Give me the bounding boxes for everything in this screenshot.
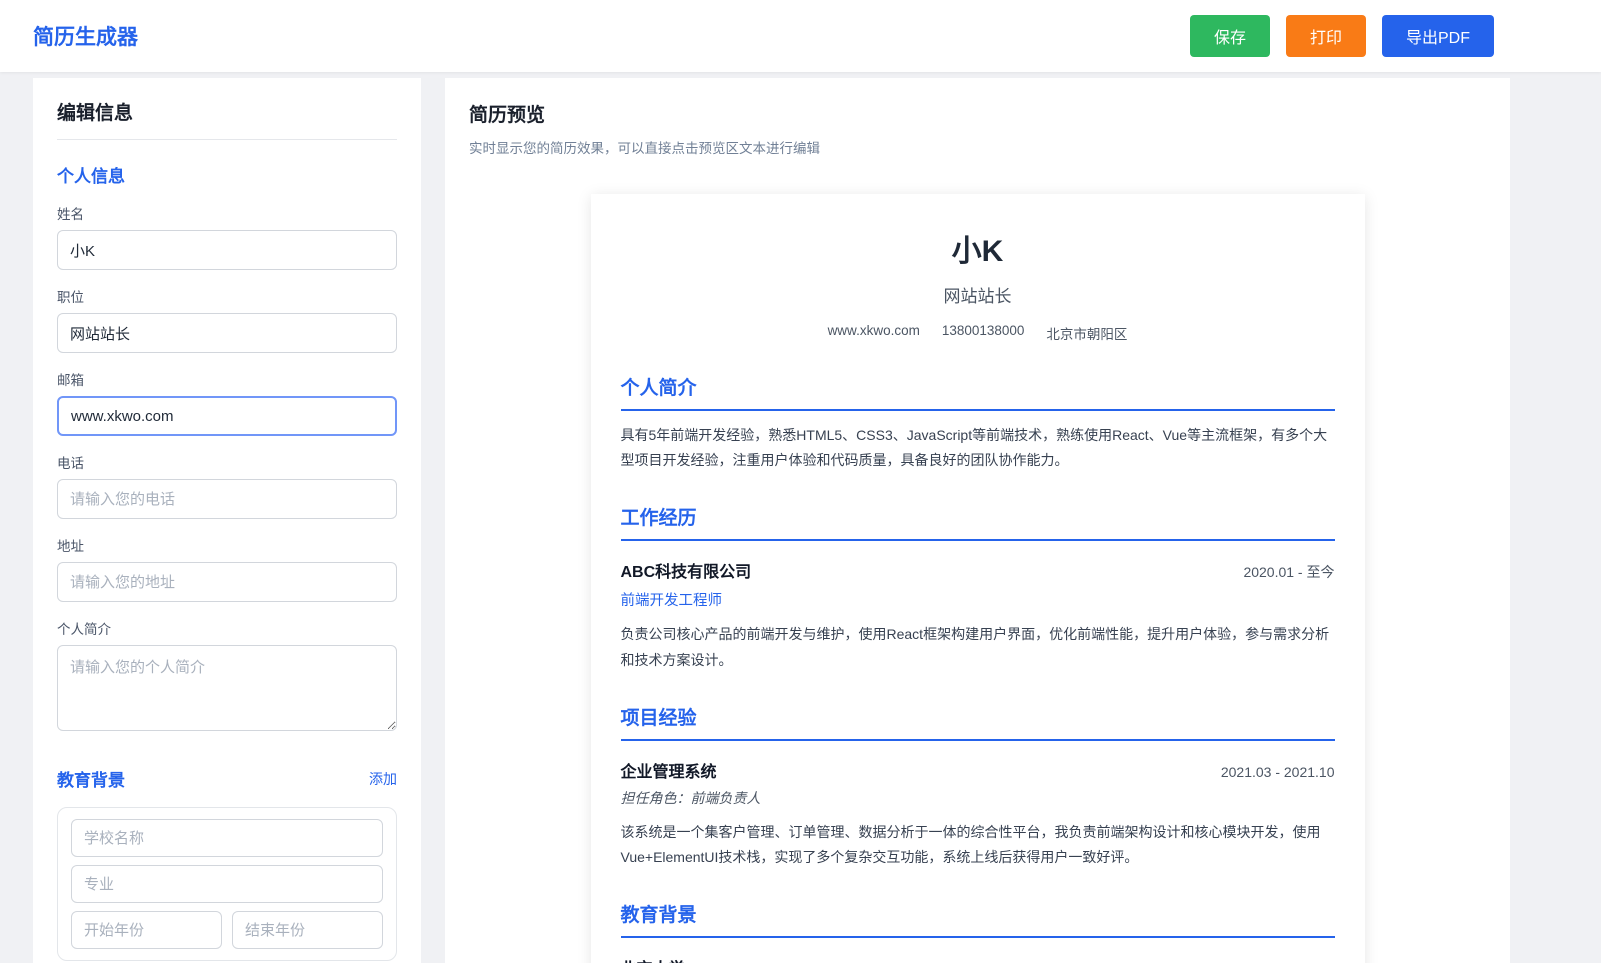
app-title: 简历生成器 [33, 26, 138, 49]
resume-document: 小K 网站站长 www.xkwo.com 13800138000 北京市朝阳区 … [590, 194, 1365, 963]
job-label: 职位 [57, 290, 84, 305]
resume-profile-text[interactable]: 具有5年前端开发经验，熟悉HTML5、CSS3、JavaScript等前端技术，… [621, 423, 1335, 473]
resume-education-section: 教育背景 北京大学 2016.09 - 2020.06 计算机科学与技术 - 本… [620, 900, 1335, 963]
header-actions: 保存 打印 导出PDF [1189, 15, 1494, 57]
editor-title: 编辑信息 [57, 98, 397, 140]
name-input[interactable] [57, 230, 397, 270]
resume-work-period[interactable]: 2020.01 - 至今 [1243, 562, 1334, 582]
resume-profile-section: 个人简介 具有5年前端开发经验，熟悉HTML5、CSS3、JavaScript等… [620, 373, 1335, 473]
resume-work-section-title: 工作经历 [620, 503, 1335, 542]
resume-work-role[interactable]: 前端开发工程师 [621, 589, 1335, 610]
address-input[interactable] [57, 562, 397, 602]
education-entry-card [57, 807, 397, 961]
email-input[interactable] [57, 396, 397, 436]
school-name-input[interactable] [71, 819, 383, 857]
save-button[interactable]: 保存 [1189, 15, 1270, 57]
resume-job-title[interactable]: 网站站长 [621, 282, 1335, 307]
preview-title: 简历预览 [469, 105, 546, 126]
resume-project-item-head: 企业管理系统 2021.03 - 2021.10 [621, 758, 1335, 782]
resume-project-period[interactable]: 2021.03 - 2021.10 [1221, 764, 1335, 780]
resume-work-description[interactable]: 负责公司核心产品的前端开发与维护，使用React框架构建用户界面，优化前端性能，… [621, 622, 1335, 672]
resume-project-name[interactable]: 企业管理系统 [621, 758, 717, 782]
end-year-input[interactable] [232, 911, 383, 949]
education-section-title: 教育背景 [57, 771, 125, 790]
preview-subtitle: 实时显示您的简历效果，可以直接点击预览区文本进行编辑 [469, 141, 820, 156]
resume-name[interactable]: 小K [621, 226, 1335, 270]
major-input[interactable] [71, 865, 383, 903]
education-years-row [71, 911, 383, 949]
main-content: 编辑信息 个人信息 姓名 职位 邮箱 电话 地址 个人简介 教育背景 添加 [0, 72, 1601, 963]
resume-project-section-title: 项目经验 [620, 703, 1335, 741]
summary-label: 个人简介 [57, 622, 111, 637]
email-label: 邮箱 [57, 373, 84, 388]
export-pdf-button[interactable]: 导出PDF [1381, 15, 1494, 57]
resume-contact-row: www.xkwo.com 13800138000 北京市朝阳区 [621, 323, 1335, 343]
print-button[interactable]: 打印 [1285, 15, 1366, 57]
resume-project-section: 项目经验 企业管理系统 2021.03 - 2021.10 担任角色：前端负责人… [620, 703, 1335, 870]
summary-textarea[interactable] [57, 645, 397, 731]
phone-input[interactable] [57, 479, 397, 519]
resume-contact-phone[interactable]: 13800138000 [942, 323, 1025, 343]
personal-info-section-head: 个人信息 [57, 162, 397, 187]
app-header: 简历生成器 保存 打印 导出PDF [0, 0, 1601, 72]
resume-contact-website[interactable]: www.xkwo.com [828, 323, 920, 343]
start-year-input[interactable] [71, 911, 222, 949]
resume-contact-address[interactable]: 北京市朝阳区 [1046, 323, 1127, 343]
job-input[interactable] [57, 313, 397, 353]
resume-project-role[interactable]: 担任角色：前端负责人 [621, 788, 1335, 808]
education-add-link[interactable]: 添加 [369, 769, 397, 789]
name-label: 姓名 [57, 207, 84, 222]
resume-work-company[interactable]: ABC科技有限公司 [621, 558, 752, 582]
education-section-head: 教育背景 添加 [57, 766, 397, 791]
editor-panel[interactable]: 编辑信息 个人信息 姓名 职位 邮箱 电话 地址 个人简介 教育背景 添加 [33, 78, 421, 963]
resume-profile-section-title: 个人简介 [620, 373, 1335, 411]
personal-info-section-title: 个人信息 [57, 167, 125, 186]
resume-work-section: 工作经历 ABC科技有限公司 2020.01 - 至今 前端开发工程师 负责公司… [620, 503, 1335, 672]
phone-label: 电话 [57, 456, 84, 471]
resume-education-item-head: 北京大学 2016.09 - 2020.06 [621, 955, 1335, 963]
resume-education-school[interactable]: 北京大学 [621, 955, 685, 963]
resume-project-description[interactable]: 该系统是一个集客户管理、订单管理、数据分析于一体的综合性平台，我负责前端架构设计… [621, 820, 1335, 870]
preview-panel: 简历预览 实时显示您的简历效果，可以直接点击预览区文本进行编辑 小K 网站站长 … [445, 78, 1510, 963]
resume-work-item-head: ABC科技有限公司 2020.01 - 至今 [621, 558, 1335, 582]
address-label: 地址 [57, 539, 84, 554]
resume-education-section-title: 教育背景 [620, 900, 1335, 939]
